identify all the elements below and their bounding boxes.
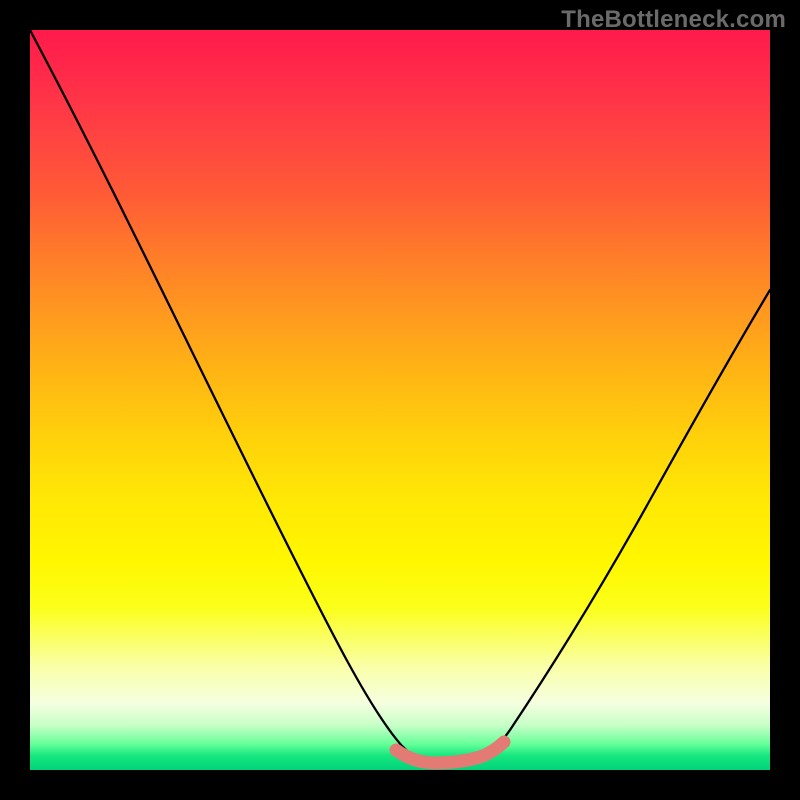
bottleneck-curve	[30, 30, 770, 762]
chart-stage: TheBottleneck.com	[0, 0, 800, 800]
plot-area	[30, 30, 770, 770]
optimal-band	[396, 742, 504, 763]
curve-layer	[30, 30, 770, 770]
